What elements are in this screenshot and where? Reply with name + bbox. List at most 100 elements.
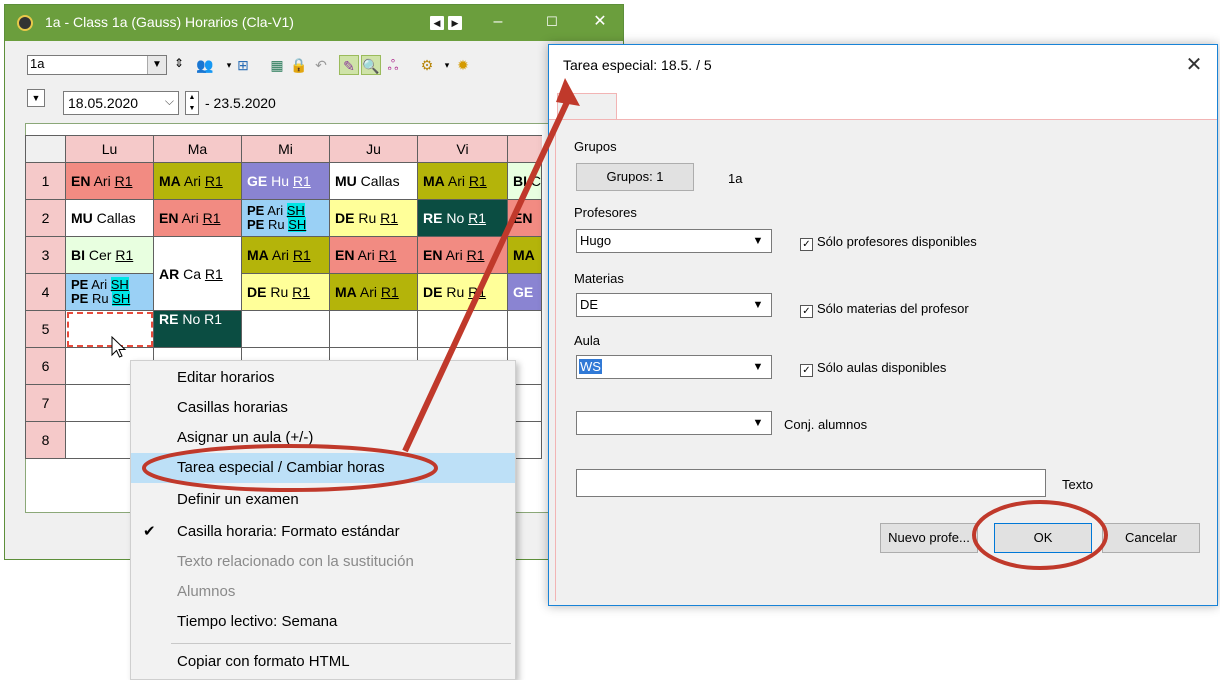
day-header[interactable]: Mi bbox=[241, 135, 330, 163]
minimize-icon[interactable]: – bbox=[475, 5, 521, 41]
people-icon[interactable]: 👥 bbox=[195, 55, 215, 75]
day-header[interactable]: Ma bbox=[153, 135, 242, 163]
date-spinner[interactable]: ▲ ▼ bbox=[185, 91, 199, 115]
lesson-cell[interactable]: RE No R1 bbox=[153, 310, 242, 348]
chevron-down-icon[interactable]: ▼ bbox=[745, 356, 771, 378]
checkmark-icon: ✔ bbox=[143, 523, 156, 540]
class-selector-value: 1a bbox=[30, 56, 45, 71]
texto-input[interactable] bbox=[576, 469, 1046, 497]
lesson-cell[interactable]: EN Ari R1 bbox=[65, 162, 154, 200]
previous-arrow-icon[interactable]: ◀ bbox=[430, 16, 444, 30]
gear-icon[interactable]: ✹ bbox=[453, 55, 473, 75]
lesson-cell[interactable]: EN Ari R1 bbox=[329, 236, 418, 274]
maximize-icon[interactable]: ☐ bbox=[529, 5, 575, 41]
document-settings-icon[interactable]: ⚙ bbox=[417, 55, 437, 75]
chevron-down-icon[interactable]: ▼ bbox=[745, 294, 771, 316]
materias-combo[interactable]: DE ▼ bbox=[576, 293, 772, 317]
profesores-label: Profesores bbox=[574, 205, 637, 220]
lesson-cell[interactable]: MA Ari R1 bbox=[329, 273, 418, 311]
lesson-cell[interactable]: DE Ru R1 bbox=[241, 273, 330, 311]
paint-icon[interactable]: ✎ bbox=[339, 55, 359, 75]
menu-item-tiempo-lectivo[interactable]: Tiempo lectivo: Semana bbox=[131, 607, 515, 637]
period-header: 3 bbox=[25, 236, 66, 274]
date-menu-button[interactable]: ▼ bbox=[27, 89, 45, 107]
chevron-down-icon[interactable]: ▼ bbox=[147, 56, 166, 74]
undo-icon[interactable]: ↶ bbox=[311, 55, 331, 75]
lesson-cell[interactable]: DE Ru R1 bbox=[329, 199, 418, 237]
lesson-cell[interactable]: MA bbox=[507, 236, 542, 274]
next-arrow-icon[interactable]: ▶ bbox=[448, 16, 462, 30]
solo-aulas-checkbox[interactable]: ✓ Sólo aulas disponibles bbox=[800, 360, 946, 377]
lesson-cell[interactable]: MA Ari R1 bbox=[153, 162, 242, 200]
magnifier-icon[interactable]: 🔍 bbox=[361, 55, 381, 75]
date-picker[interactable]: 18.05.2020 ⌵ bbox=[63, 91, 179, 115]
menu-item-casillas-horarias[interactable]: Casillas horarias bbox=[131, 393, 515, 423]
lesson-cell[interactable]: AR Ca R1 bbox=[153, 236, 242, 311]
aula-label: Aula bbox=[574, 333, 601, 348]
menu-item-formato-estandar[interactable]: ✔ Casilla horaria: Formato estándar bbox=[131, 517, 515, 547]
lock-icon[interactable]: 🔒 bbox=[289, 55, 309, 75]
nuevo-profe-button[interactable]: Nuevo profe... bbox=[880, 523, 978, 553]
lesson-cell[interactable]: RE No R1 bbox=[417, 199, 508, 237]
materias-value: DE bbox=[580, 297, 599, 312]
lesson-cell[interactable]: BI Cer R1 bbox=[65, 236, 154, 274]
lesson-cell[interactable]: MU Callas bbox=[329, 162, 418, 200]
settings-grid-icon[interactable]: ▦ bbox=[267, 55, 287, 75]
grupos-value: 1a bbox=[728, 171, 743, 186]
checkbox-label: Sólo profesores disponibles bbox=[817, 234, 977, 249]
dialog-tabstrip bbox=[549, 85, 1217, 120]
day-header[interactable]: Lu bbox=[65, 135, 154, 163]
lesson-cell[interactable]: EN Ari R1 bbox=[417, 236, 508, 274]
spin-updown-icon[interactable]: ⇕ bbox=[169, 53, 189, 73]
dialog-body: Grupos Grupos: 1 1a Profesores Hugo ▼ ✓ S… bbox=[555, 121, 1212, 601]
class-selector[interactable]: 1a ▼ bbox=[27, 55, 167, 75]
lesson-cell[interactable]: PE Ari SH PE Ru SH bbox=[241, 199, 330, 237]
lesson-cell[interactable]: GE bbox=[507, 273, 542, 311]
ok-button[interactable]: OK bbox=[994, 523, 1092, 553]
solo-materias-checkbox[interactable]: ✓ Sólo materias del profesor bbox=[800, 301, 969, 318]
menu-item-tarea-especial[interactable]: Tarea especial / Cambiar horas bbox=[131, 453, 515, 483]
lesson-cell[interactable]: DE Ru R1 bbox=[417, 273, 508, 311]
menu-item-asignar-aula[interactable]: Asignar un aula (+/-) bbox=[131, 423, 515, 453]
menu-item-copiar-html[interactable]: Copiar con formato HTML bbox=[131, 647, 515, 677]
conj-alumnos-combo[interactable]: ▼ bbox=[576, 411, 772, 435]
chevron-down-icon[interactable]: ▼ bbox=[745, 230, 771, 252]
empty-cell[interactable] bbox=[417, 310, 508, 348]
checkbox-checked-icon[interactable]: ✓ bbox=[800, 238, 813, 251]
aula-combo[interactable]: WS ▼ bbox=[576, 355, 772, 379]
lesson-cell[interactable]: MA Ari R1 bbox=[241, 236, 330, 274]
close-icon[interactable]: ✕ bbox=[1171, 45, 1217, 85]
day-header[interactable]: Vi bbox=[417, 135, 508, 163]
profesores-combo[interactable]: Hugo ▼ bbox=[576, 229, 772, 253]
lesson-cell[interactable]: GE Hu R1 bbox=[241, 162, 330, 200]
lesson-cell[interactable]: EN bbox=[507, 199, 542, 237]
period-header: 5 bbox=[25, 310, 66, 348]
group-icon[interactable]: ஃ bbox=[383, 55, 403, 75]
cancel-button[interactable]: Cancelar bbox=[1102, 523, 1200, 553]
menu-item-definir-examen[interactable]: Definir un examen bbox=[131, 485, 515, 515]
grupos-button[interactable]: Grupos: 1 bbox=[576, 163, 694, 191]
lesson-cell[interactable]: EN Ari R1 bbox=[153, 199, 242, 237]
solo-profesores-checkbox[interactable]: ✓ Sólo profesores disponibles bbox=[800, 234, 977, 251]
lesson-cell[interactable]: BI C bbox=[507, 162, 542, 200]
period-header: 2 bbox=[25, 199, 66, 237]
lesson-cell[interactable]: PE Ari SH PE Ru SH bbox=[65, 273, 154, 311]
lesson-cell[interactable]: MA Ari R1 bbox=[417, 162, 508, 200]
date-from: 18.05.2020 bbox=[68, 95, 139, 111]
checkbox-checked-icon[interactable]: ✓ bbox=[800, 364, 813, 377]
day-header[interactable]: Ju bbox=[329, 135, 418, 163]
period-header: 7 bbox=[25, 384, 66, 422]
dialog-title: Tarea especial: 18.5. / 5 bbox=[563, 57, 712, 73]
lesson-cell[interactable]: MU Callas bbox=[65, 199, 154, 237]
empty-cell[interactable] bbox=[329, 310, 418, 348]
empty-cell[interactable] bbox=[507, 310, 542, 348]
chevron-down-icon[interactable]: ⌵ bbox=[165, 94, 174, 109]
grid-icon[interactable]: ⊞ bbox=[233, 55, 253, 75]
close-icon[interactable]: ✕ bbox=[577, 5, 623, 41]
checkbox-checked-icon[interactable]: ✓ bbox=[800, 305, 813, 318]
menu-item-editar-horarios[interactable]: Editar horarios bbox=[131, 363, 515, 393]
chevron-down-icon[interactable]: ▼ bbox=[745, 412, 771, 434]
dialog-tab[interactable] bbox=[557, 93, 617, 119]
window-title: 1a - Class 1a (Gauss) Horarios (Cla-V1) bbox=[45, 14, 294, 30]
empty-cell[interactable] bbox=[241, 310, 330, 348]
